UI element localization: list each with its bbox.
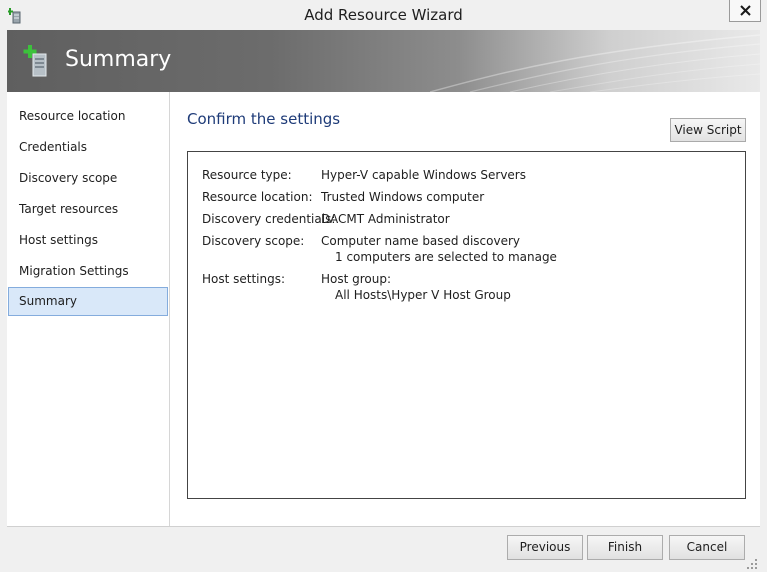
view-script-button[interactable]: View Script (670, 118, 746, 142)
summary-detail: All Hosts\Hyper V Host Group (335, 288, 511, 302)
nav-item-summary[interactable]: Summary (8, 287, 168, 316)
summary-label: Discovery credentials: (202, 212, 336, 226)
main-content: Confirm the settings View Script Resourc… (170, 92, 760, 526)
window-title: Add Resource Wizard (304, 6, 463, 24)
title-bar: Add Resource Wizard (0, 0, 767, 30)
wizard-footer: Previous Finish Cancel (7, 526, 760, 572)
summary-value: DACMT Administrator (321, 212, 450, 226)
nav-item-host-settings[interactable]: Host settings (8, 226, 168, 255)
banner-decoration (430, 34, 760, 92)
summary-label: Resource type: (202, 168, 292, 182)
summary-label: Host settings: (202, 272, 286, 286)
resize-grip-icon[interactable] (747, 559, 757, 569)
wizard-nav: Resource location Credentials Discovery … (7, 92, 170, 526)
page-title: Summary (65, 47, 172, 72)
nav-item-credentials[interactable]: Credentials (8, 133, 168, 162)
finish-button[interactable]: Finish (587, 535, 663, 560)
cancel-button[interactable]: Cancel (669, 535, 745, 560)
nav-item-resource-location[interactable]: Resource location (8, 102, 168, 131)
previous-button[interactable]: Previous (507, 535, 583, 560)
nav-item-discovery-scope[interactable]: Discovery scope (8, 164, 168, 193)
summary-label: Discovery scope: (202, 234, 305, 248)
wizard-banner: Summary (7, 30, 760, 92)
summary-value: Hyper-V capable Windows Servers (321, 168, 526, 182)
nav-item-target-resources[interactable]: Target resources (8, 195, 168, 224)
summary-value: Host group: (321, 272, 392, 286)
summary-value: Computer name based discovery (321, 234, 521, 248)
close-button[interactable] (729, 0, 761, 22)
add-server-icon (23, 44, 51, 81)
summary-panel: Resource type: Hyper-V capable Windows S… (187, 151, 746, 499)
section-heading: Confirm the settings (187, 110, 341, 128)
summary-detail: 1 computers are selected to manage (335, 250, 557, 264)
summary-label: Resource location: (202, 190, 313, 204)
summary-value: Trusted Windows computer (321, 190, 485, 204)
close-icon (740, 5, 751, 16)
nav-item-migration-settings[interactable]: Migration Settings (8, 257, 168, 286)
